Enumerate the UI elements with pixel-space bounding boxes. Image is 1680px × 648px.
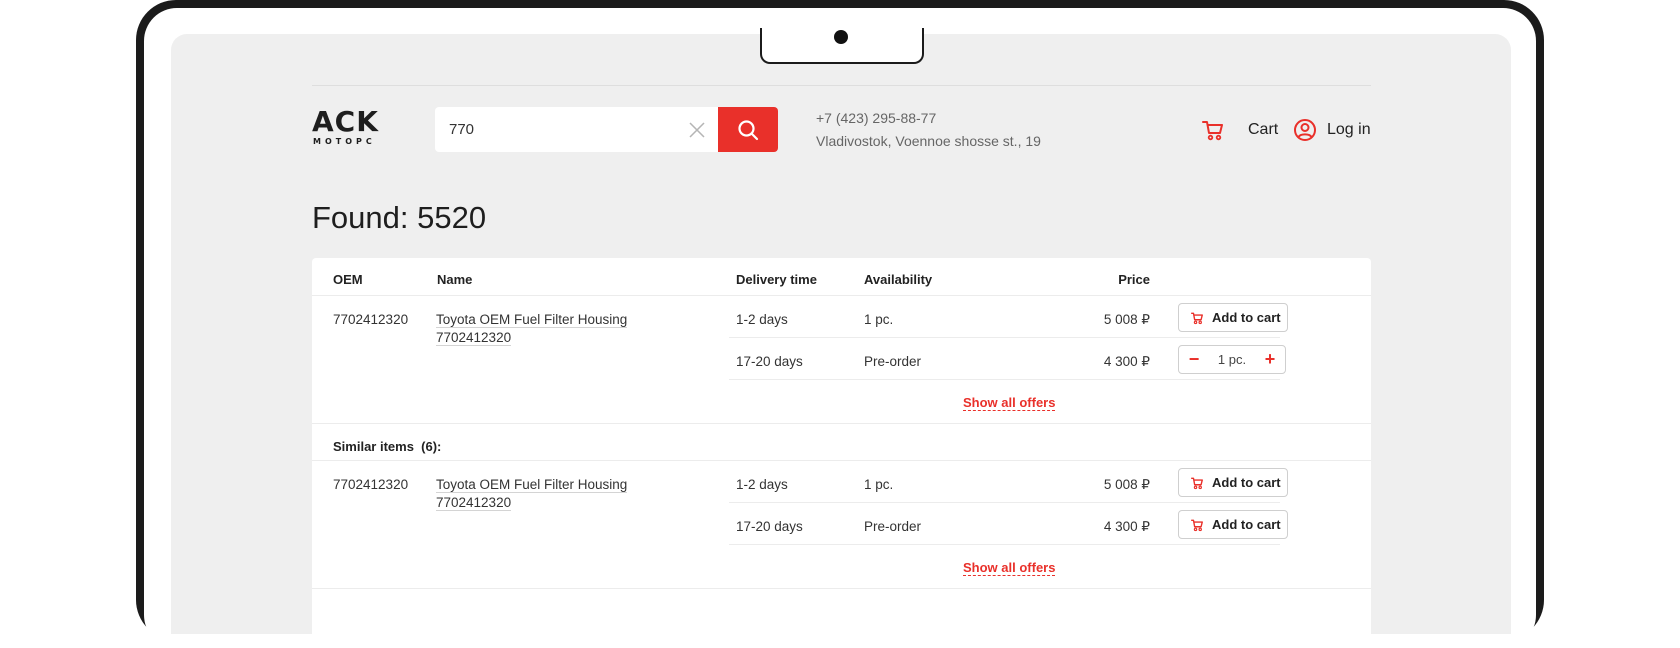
contact-phone[interactable]: +7 (423) 295-88-77 [816,110,936,126]
product-name-link[interactable]: Toyota OEM Fuel Filter Housing 770241232… [436,476,628,512]
logo-subtitle: МОТОРС [313,137,376,146]
user-icon [1294,119,1316,141]
offer-price: 4 300 ₽ [1103,519,1150,534]
contact-address: Vladivostok, Voennoe shosse st., 19 [816,133,1041,149]
show-all-offers-link[interactable]: Show all offers [963,395,1056,411]
cart-icon [1191,519,1203,532]
results-table: OEM Name Delivery time Availability Pric… [312,258,1371,634]
add-to-cart-button[interactable]: Add to cart [1178,303,1288,332]
page-title: Found: 5520 [312,200,487,235]
logo[interactable]: ACK МОТОРС [312,107,392,147]
screen: ACK МОТОРС +7 (423) 295-88-77 Vladivosto… [171,34,1511,634]
offer-divider [729,337,1280,338]
similar-divider [312,460,1371,461]
product-name-link[interactable]: Toyota OEM Fuel Filter Housing 770241232… [436,311,628,347]
close-icon[interactable] [687,120,707,140]
group-divider [312,423,1371,424]
offer-price: 5 008 ₽ [1103,312,1150,327]
column-header-availability: Availability [864,272,933,287]
search-box [435,107,719,152]
product-name-line1: Toyota OEM Fuel Filter Housing [436,312,628,328]
offer-availability: 1 pc. [864,477,894,492]
offer-availability: Pre-order [864,354,922,369]
table-cell-oem[interactable]: 7702412320 [333,312,408,327]
cart-icon [1191,477,1203,490]
decrement-button[interactable]: − [1185,348,1203,370]
offer-availability: Pre-order [864,519,922,534]
logo-wordmark: ACK [312,105,379,138]
header-row-divider [312,295,1371,296]
cart-icon [1191,312,1203,325]
camera-icon [834,30,848,44]
group-divider [312,588,1371,589]
search-icon [738,120,759,141]
add-to-cart-label: Add to cart [1212,475,1281,490]
add-to-cart-button[interactable]: Add to cart [1178,468,1288,497]
search-button[interactable] [718,107,778,152]
increment-button[interactable]: + [1261,348,1279,370]
column-header-oem: OEM [333,272,363,287]
column-header-name: Name [437,272,473,287]
similar-items-heading: Similar items (6): [333,439,442,454]
product-name-line2: 7702412320 [436,495,512,511]
offer-divider [729,502,1280,503]
quantity-stepper: − 1 pc. + [1178,345,1286,374]
header-divider [312,85,1371,86]
column-header-price: Price [1118,272,1150,287]
offer-price: 4 300 ₽ [1103,354,1150,369]
column-header-delivery: Delivery time [736,272,817,287]
add-to-cart-label: Add to cart [1212,517,1281,532]
offer-delivery: 1-2 days [736,312,788,327]
offer-delivery: 17-20 days [736,354,803,369]
product-name-line2: 7702412320 [436,330,512,346]
search-input[interactable] [449,107,679,152]
offer-divider [729,379,1280,380]
offer-price: 5 008 ₽ [1103,477,1150,492]
product-name-line1: Toyota OEM Fuel Filter Housing [436,477,628,493]
table-cell-oem[interactable]: 7702412320 [333,477,408,492]
offer-delivery: 17-20 days [736,519,803,534]
offer-delivery: 1-2 days [736,477,788,492]
login-label: Log in [1327,121,1371,138]
quantity-value[interactable]: 1 pc. [1209,352,1255,367]
cart-icon [1202,121,1223,141]
cart-label: Cart [1248,121,1279,138]
offer-availability: 1 pc. [864,312,894,327]
add-to-cart-label: Add to cart [1212,310,1281,325]
offer-divider [729,544,1280,545]
add-to-cart-button[interactable]: Add to cart [1178,510,1288,539]
show-all-offers-link[interactable]: Show all offers [963,560,1056,576]
